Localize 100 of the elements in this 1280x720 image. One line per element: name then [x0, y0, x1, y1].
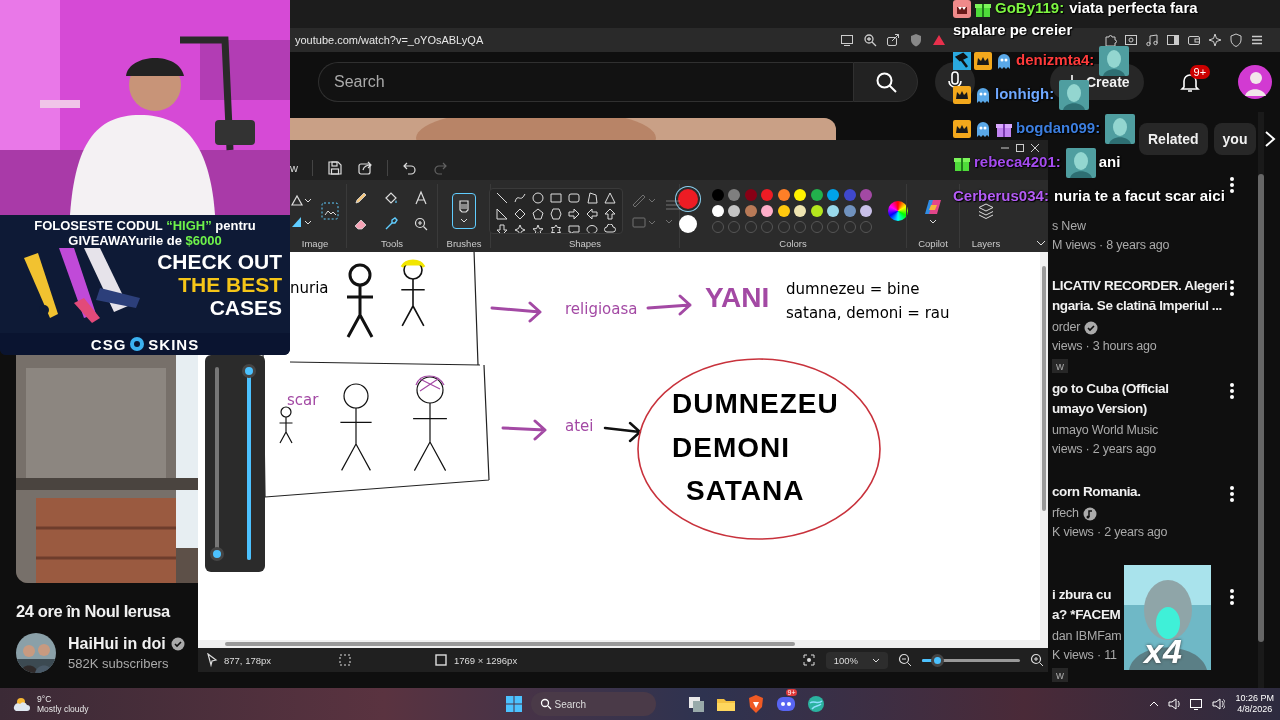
- volume-icon[interactable]: [1211, 697, 1226, 711]
- ghost-icon: [974, 120, 992, 139]
- video-title[interactable]: corn Romania.: [1052, 482, 1141, 502]
- start-icon[interactable]: [504, 695, 523, 713]
- slider-thumb[interactable]: [930, 653, 944, 667]
- date: 4/8/2026: [1237, 704, 1273, 715]
- temperature[interactable]: 9°C: [37, 694, 89, 704]
- video-title[interactable]: i zbura cu a? *FACEM: [1052, 585, 1121, 625]
- wallet-icon[interactable]: [1187, 33, 1201, 47]
- video-title[interactable]: go to Cuba (Official umayo Version): [1052, 379, 1169, 419]
- chat-message: spalare pe creier: [953, 20, 1073, 40]
- controller-icon[interactable]: [775, 694, 796, 714]
- search-field[interactable]: Search: [530, 692, 656, 716]
- scrollbar[interactable]: [1040, 252, 1048, 640]
- more-icon[interactable]: [1230, 280, 1234, 296]
- speaker-icon[interactable]: [1167, 697, 1182, 711]
- crown-icon: [953, 86, 971, 105]
- chevron-up-icon[interactable]: [1149, 701, 1160, 707]
- shield-icon[interactable]: [1229, 33, 1243, 47]
- color-wheel-icon[interactable]: [888, 201, 909, 221]
- new-tag: w: [1052, 359, 1068, 373]
- search-field[interactable]: Search: [318, 62, 853, 102]
- search-icon: [874, 71, 897, 93]
- caret-icon[interactable]: [929, 219, 937, 224]
- shield-icon[interactable]: [909, 33, 923, 47]
- video-title[interactable]: LICATIV RECORDER. Alegeri ngaria. Se clatină Imperiul ...: [1052, 276, 1228, 316]
- zoom-in-icon[interactable]: [1030, 653, 1044, 667]
- notifications-button[interactable]: 9+: [1169, 62, 1210, 102]
- video-meta: views · 3 hours ago: [1052, 338, 1157, 355]
- pointer-icon: [206, 653, 218, 667]
- chevron-down-icon[interactable]: [1036, 240, 1046, 246]
- monitor-icon[interactable]: [1189, 697, 1204, 711]
- scrollbar[interactable]: [198, 640, 1048, 648]
- ghost-icon: [995, 52, 1013, 71]
- weather-condition[interactable]: Mostly cloudy: [37, 704, 89, 714]
- color-swatch[interactable]: [860, 205, 873, 217]
- subscriber-count: 582K subscribers: [68, 656, 170, 671]
- more-icon[interactable]: [1230, 486, 1234, 502]
- music-icon[interactable]: [1145, 33, 1159, 47]
- weather-icon[interactable]: [12, 695, 32, 713]
- video-title: 24 ore în Noul Ierusa: [16, 601, 170, 622]
- close-icon[interactable]: [1030, 142, 1040, 153]
- puzzle-icon[interactable]: [1103, 33, 1117, 47]
- scrollbar[interactable]: [1258, 112, 1264, 688]
- zoom-icon[interactable]: [863, 33, 877, 47]
- channel-name[interactable]: dan IBMFam: [1052, 627, 1122, 646]
- sidebar-icon[interactable]: [1166, 33, 1180, 47]
- chat-username: bogdan099:: [1016, 119, 1101, 136]
- screen-icon[interactable]: [840, 33, 854, 47]
- hammer-icon: [953, 52, 971, 71]
- channel-name[interactable]: s New: [1052, 217, 1086, 236]
- crown-icon: [953, 120, 971, 139]
- color-swatch[interactable]: [843, 189, 856, 201]
- verified-icon: [1084, 320, 1099, 335]
- filter-chip[interactable]: you: [1213, 123, 1257, 155]
- zoom-dropdown[interactable]: 100%: [825, 651, 888, 669]
- chat-username: GoBy119:: [995, 0, 1065, 16]
- ghost-icon: [974, 86, 992, 105]
- search-button[interactable]: [853, 62, 918, 102]
- more-icon[interactable]: [1230, 177, 1234, 193]
- menu-icon[interactable]: [1250, 33, 1264, 47]
- globe-icon[interactable]: [805, 694, 826, 714]
- sparkle-icon[interactable]: [1208, 33, 1222, 47]
- color-swatch[interactable]: [860, 189, 873, 201]
- layers-icon[interactable]: [977, 202, 995, 220]
- chat-username: rebeca4201:: [974, 153, 1061, 170]
- group-label: Layers: [971, 238, 1001, 249]
- channel-name[interactable]: umayo World Music: [1052, 421, 1159, 440]
- video-meta: K views · 11: [1052, 647, 1117, 664]
- caret-icon: [872, 657, 880, 663]
- chat-message: ani: [1098, 153, 1121, 170]
- triangle-icon[interactable]: [932, 33, 946, 47]
- search-icon: [539, 698, 552, 710]
- channel-name[interactable]: HaiHui in doi: [68, 635, 166, 653]
- more-icon[interactable]: [1230, 383, 1234, 399]
- share-icon[interactable]: [886, 33, 900, 47]
- channel-name[interactable]: order: [1052, 318, 1081, 337]
- filter-chip[interactable]: Related: [1139, 123, 1208, 155]
- music-note-icon: [1082, 506, 1097, 521]
- monster-icon: [953, 0, 971, 19]
- avatar-icon[interactable]: [1237, 65, 1272, 99]
- reader-icon[interactable]: [1124, 33, 1138, 47]
- selection-icon: [338, 653, 352, 667]
- video-meta: views · 2 years ago: [1052, 441, 1156, 458]
- cursor-position: 877, 178px: [224, 654, 271, 666]
- clock[interactable]: 10:26 PM 4/8/2026: [1235, 693, 1274, 715]
- canvas-size: 1769 × 1296px: [454, 654, 518, 666]
- copilot-icon[interactable]: [924, 198, 942, 216]
- zoom-slider[interactable]: [922, 653, 1020, 667]
- chevron-right-icon[interactable]: [1264, 130, 1277, 148]
- color-swatch[interactable]: [843, 205, 856, 217]
- maximize-icon[interactable]: [1015, 142, 1025, 153]
- channel-name[interactable]: rfech: [1052, 504, 1079, 523]
- chat-message: viata perfecta fara: [1069, 0, 1198, 16]
- time: 10:26 PM: [1235, 693, 1274, 704]
- zoom-out-icon[interactable]: [898, 653, 912, 667]
- fit-icon[interactable]: [801, 653, 816, 667]
- notification-badge: 9+: [1189, 65, 1211, 79]
- video-meta: K views · 2 years ago: [1052, 524, 1168, 541]
- more-icon[interactable]: [1230, 589, 1234, 605]
